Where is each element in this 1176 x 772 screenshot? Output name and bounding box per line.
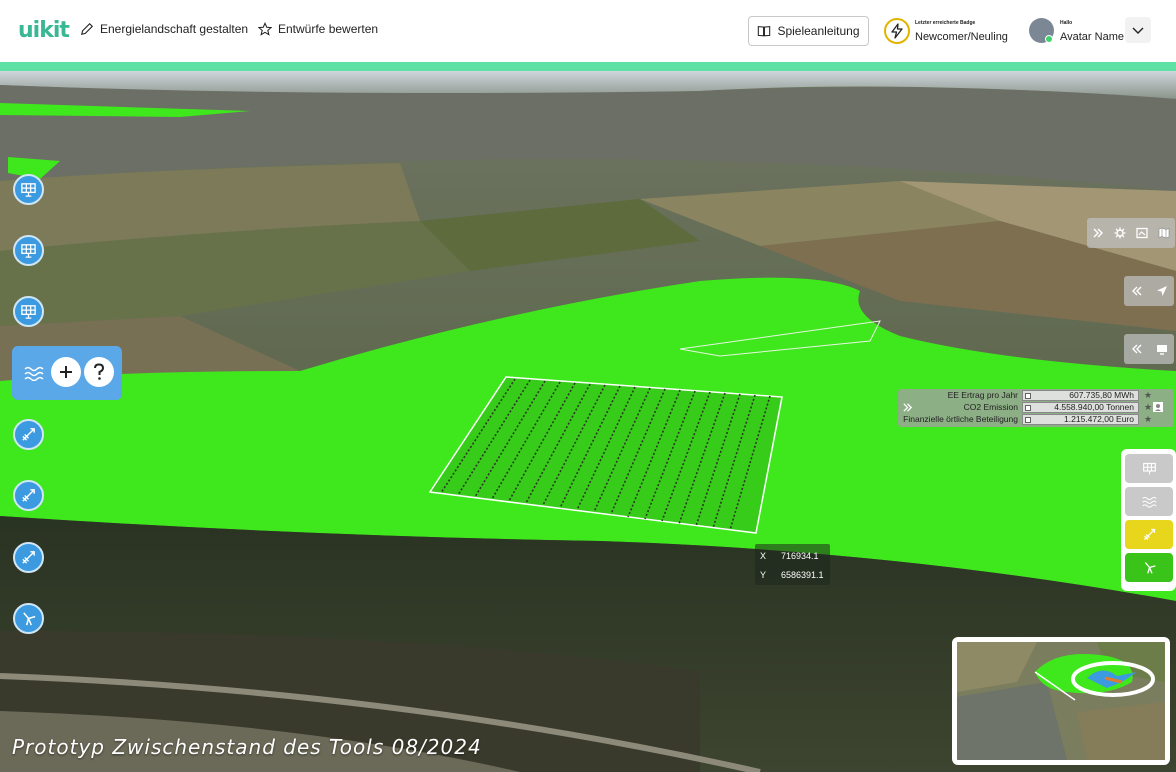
wind-turbine-tool-button[interactable] [13,419,44,450]
navigation-arrow-icon[interactable] [1156,285,1168,297]
question-mark-icon [94,363,105,380]
app-logo[interactable]: uikit [18,18,70,43]
prototype-caption: Prototyp Zwischenstand des Tools 08/2024 [12,735,482,759]
layer-panel [1121,449,1176,591]
water-waves-icon [24,366,44,381]
coordinate-readout: X 716934.1 Y 6586391.1 [755,544,830,585]
coord-y-label: Y [760,570,767,580]
coord-y-value: 6586391.1 [781,570,824,580]
header-accent-bar [0,62,1176,71]
stat-label: CO2 Emission [963,402,1018,412]
nav-label: Entwürfe bewerten [278,22,379,36]
windmill-icon [23,612,36,626]
user-name: Avatar Name [1060,31,1124,43]
wind-layer-button[interactable] [1125,520,1173,549]
nav-label: Energielandschaft gestalten [100,22,249,36]
water-waves-icon [1141,496,1157,508]
wind-turbine-icon [22,489,35,502]
floating-pv-tool-button[interactable] [19,358,49,388]
stat-checkbox[interactable] [1025,417,1031,423]
nav-rate-drafts[interactable]: Entwürfe bewerten [258,22,378,36]
floating-pv-tool-panel [12,346,122,400]
stat-checkbox[interactable] [1025,405,1031,411]
star-icon[interactable]: ★ [1144,390,1152,401]
stat-checkbox[interactable] [1025,393,1031,399]
badge-caption: Letzter erreicherte Badge [915,20,976,26]
windmill-tool-button[interactable] [13,603,44,634]
solar-panel-icon [21,305,36,319]
solar-panel-tool-button[interactable] [13,296,44,327]
windmill-layer-button[interactable] [1125,553,1173,582]
stat-row-energy-yield: EE Ertrag pro Jahr 607.735,80 MWh ★ [898,390,1174,401]
stat-label: Finanzielle örtliche Beteiligung [903,414,1018,424]
navigation-toolbar [1124,276,1174,306]
help-button[interactable] [84,357,114,387]
double-chevron-right-icon[interactable] [1092,227,1104,239]
user-card-icon[interactable] [1152,401,1164,413]
coord-x-value: 716934.1 [781,551,819,561]
gear-icon[interactable] [1114,227,1126,239]
wind-turbine-tool-button[interactable] [13,542,44,573]
game-guide-button[interactable]: Spieleanleitung [748,16,869,46]
chevron-down-icon [1132,27,1144,34]
statistics-panel: EE Ertrag pro Jahr 607.735,80 MWh ★ CO2 … [898,389,1174,427]
stat-row-participation: Finanzielle örtliche Beteiligung 1.215.4… [898,414,1174,425]
top-header: uikit Energielandschaft gestalten Entwür… [0,0,1176,62]
water-layer-button[interactable] [1125,487,1173,516]
windmill-icon [1144,562,1156,574]
view-toolbar [1124,334,1174,364]
stat-value: 4.558.940,00 Tonnen [1022,402,1139,413]
solar-panel-tool-button[interactable] [13,174,44,205]
stat-value: 607.735,80 MWh [1022,390,1139,401]
double-chevron-left-icon[interactable] [1131,343,1143,355]
book-icon [758,26,771,37]
monitor-icon[interactable] [1156,343,1168,355]
minimap-aerial-view [957,642,1165,760]
wind-turbine-icon [22,428,35,441]
map-frame-icon[interactable] [1136,227,1148,239]
map-viewport[interactable]: EE Ertrag pro Jahr 607.735,80 MWh ★ CO2 … [0,71,1176,772]
solar-panel-icon [1142,462,1156,475]
nav-design-landscape[interactable]: Energielandschaft gestalten [80,22,248,36]
solar-panel-icon [21,244,36,258]
solar-layer-button[interactable] [1125,454,1173,483]
stat-row-co2: CO2 Emission 4.558.940,00 Tonnen ★ [898,402,1174,413]
badge-name: Newcomer/Neuling [915,31,1008,43]
lightning-icon [891,23,903,39]
online-status-dot [1045,35,1053,43]
overview-minimap[interactable] [952,637,1170,765]
star-icon[interactable]: ★ [1144,414,1152,425]
tools-toolbar [1087,218,1175,248]
user-greeting: Hallo [1060,20,1073,26]
star-icon[interactable]: ★ [1144,402,1152,413]
solar-panel-icon [21,183,36,197]
double-chevron-left-icon[interactable] [1131,285,1143,297]
pencil-icon [80,22,94,36]
guide-button-label: Spieleanleitung [777,24,860,38]
stat-label: EE Ertrag pro Jahr [947,390,1018,400]
plus-icon [60,366,72,378]
coord-x-label: X [760,551,767,561]
solar-panel-tool-button[interactable] [13,235,44,266]
user-menu-dropdown[interactable] [1125,17,1151,43]
wind-turbine-icon [1143,528,1155,540]
map-icon[interactable] [1158,227,1170,239]
add-button[interactable] [51,357,81,387]
stat-value: 1.215.472,00 Euro [1022,414,1139,425]
wind-turbine-icon [22,551,35,564]
wind-turbine-tool-button[interactable] [13,480,44,511]
star-icon [258,22,272,36]
badge-avatar[interactable] [884,18,910,44]
